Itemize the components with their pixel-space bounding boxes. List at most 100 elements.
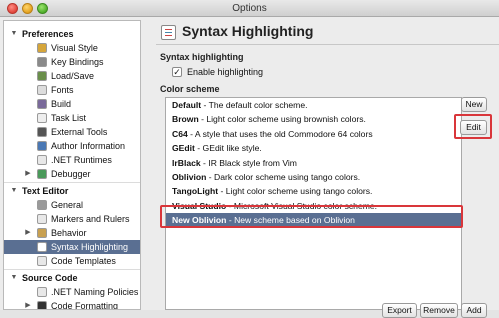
tree-item[interactable]: Markers and Rulers: [4, 212, 140, 226]
enable-highlighting-checkbox[interactable]: ✓: [172, 67, 182, 77]
disclosure-triangle-icon[interactable]: ▶: [24, 226, 32, 240]
window-title: Options: [232, 3, 267, 14]
tree-category-label: Text Editor: [22, 186, 69, 196]
scheme-description: - A style that uses the old Commodore 64…: [187, 128, 373, 139]
color-scheme-section-label: Color scheme: [160, 84, 220, 94]
scheme-description: - Light color scheme using tango colors.: [218, 186, 373, 197]
page-title: Syntax Highlighting: [182, 23, 314, 39]
load-save-icon: [37, 71, 47, 81]
disclosure-triangle-icon[interactable]: ▼: [10, 271, 18, 285]
title-divider: [156, 44, 499, 45]
markers-icon: [37, 214, 47, 224]
tree-item[interactable]: Build: [4, 97, 140, 111]
tree-item-label: .NET Runtimes: [51, 155, 112, 165]
tree-category-label: Source Code: [22, 273, 78, 283]
tree-item[interactable]: Key Bindings: [4, 55, 140, 69]
tree-item[interactable]: Task List: [4, 111, 140, 125]
tree-item-label: External Tools: [51, 127, 108, 137]
scheme-name: Default: [172, 100, 202, 110]
tree-item[interactable]: External Tools: [4, 125, 140, 139]
options-tree[interactable]: ▼ Preferences Visual Style Key Bindings Load…: [3, 20, 141, 310]
scheme-name: TangoLight: [172, 186, 219, 197]
scheme-description: - Light color scheme using brownish colo…: [198, 114, 366, 125]
scheme-name: IrBlack: [172, 157, 201, 168]
tree-separator: [4, 182, 140, 183]
export-scheme-button[interactable]: Export: [382, 303, 417, 318]
syntax-icon: [37, 242, 47, 252]
scheme-name: Brown: [172, 114, 199, 125]
enable-highlighting-label[interactable]: Enable highlighting: [187, 67, 263, 77]
color-scheme-row[interactable]: GEdit - GEdit like style.: [166, 141, 461, 155]
color-scheme-row[interactable]: TangoLight - Light color scheme using ta…: [166, 184, 461, 198]
scheme-description: - Dark color scheme using tango colors.: [206, 171, 361, 182]
new-oblivion-annotation: [160, 205, 463, 228]
tree-item-label: Load/Save: [51, 71, 95, 81]
tree-category[interactable]: ▼ Preferences: [4, 27, 140, 41]
tree-item-label: Task List: [51, 113, 87, 123]
scheme-description: - IR Black style from Vim: [200, 157, 297, 168]
add-scheme-button[interactable]: Add: [461, 303, 487, 318]
disclosure-triangle-icon[interactable]: ▶: [24, 299, 32, 309]
naming-icon: [37, 287, 47, 297]
tree-item-label: Fonts: [51, 85, 74, 95]
tree-item-label: Debugger: [51, 169, 91, 179]
tree-item[interactable]: ▶ Debugger: [4, 167, 140, 181]
tree-item-label: Code Templates: [51, 256, 116, 266]
disclosure-triangle-icon[interactable]: ▼: [10, 184, 18, 198]
tree-item[interactable]: Fonts: [4, 83, 140, 97]
behavior-icon: [37, 228, 47, 238]
tree-item[interactable]: Code Templates: [4, 254, 140, 268]
color-scheme-row[interactable]: C64 - A style that uses the old Commodor…: [166, 127, 461, 141]
runtimes-icon: [37, 155, 47, 165]
tree-item-label: Key Bindings: [51, 57, 104, 67]
color-scheme-row[interactable]: IrBlack - IR Black style from Vim: [166, 156, 461, 170]
tree-item-label: Build: [51, 99, 72, 109]
edit-button-annotation: [454, 114, 492, 139]
tree-item-label: .NET Naming Policies: [51, 287, 139, 297]
tree-item-label: Markers and Rulers: [51, 214, 130, 224]
tree-item[interactable]: Visual Style: [4, 41, 140, 55]
tree-item[interactable]: Load/Save: [4, 69, 140, 83]
tree-item[interactable]: Syntax Highlighting: [4, 240, 140, 254]
build-icon: [37, 99, 47, 109]
syntax-section-label: Syntax highlighting: [160, 52, 244, 62]
syntax-highlighting-panel: Syntax Highlighting Syntax highlighting …: [152, 17, 499, 318]
tree-item[interactable]: .NET Runtimes: [4, 153, 140, 167]
color-scheme-list[interactable]: Default - The default color scheme. Brown…: [165, 97, 462, 310]
debugger-icon: [37, 169, 47, 179]
code-formatting-icon: [37, 301, 47, 309]
tree-item-label: Behavior: [51, 228, 87, 238]
tree-item-label: Syntax Highlighting: [51, 242, 129, 252]
disclosure-triangle-icon[interactable]: ▼: [10, 27, 18, 41]
tree-category[interactable]: ▼ Text Editor: [4, 184, 140, 198]
scheme-description: - GEdit like style.: [194, 143, 262, 154]
scheme-name: C64: [172, 128, 188, 139]
options-window: Options ▼ Preferences Visual Style Key Bind…: [0, 0, 499, 318]
visual-style-icon: [37, 43, 47, 53]
tree-item[interactable]: ▶ Behavior: [4, 226, 140, 240]
tree-item-label: Code Formatting: [51, 301, 119, 310]
color-scheme-row[interactable]: Brown - Light color scheme using brownis…: [166, 112, 461, 126]
tree-item[interactable]: General: [4, 198, 140, 212]
disclosure-triangle-icon[interactable]: ▶: [24, 167, 32, 181]
tree-item-label: Visual Style: [51, 43, 98, 53]
tree-item-label: Author Information: [51, 141, 126, 151]
external-tools-icon: [37, 127, 47, 137]
remove-scheme-button[interactable]: Remove: [420, 303, 458, 318]
tree-item-label: General: [51, 200, 84, 210]
tree-item[interactable]: .NET Naming Policies: [4, 285, 140, 299]
code-templates-icon: [37, 256, 47, 266]
tree-item[interactable]: ▶ Code Formatting: [4, 299, 140, 310]
task-list-icon: [37, 113, 47, 123]
author-icon: [37, 141, 47, 151]
tree-item[interactable]: Author Information: [4, 139, 140, 153]
color-scheme-row[interactable]: Default - The default color scheme.: [166, 98, 461, 112]
new-scheme-button[interactable]: New: [461, 97, 487, 112]
key-bindings-icon: [37, 57, 47, 67]
title-bar: Options: [0, 0, 499, 17]
scheme-name: Oblivion: [172, 171, 207, 182]
tree-category[interactable]: ▼ Source Code: [4, 271, 140, 285]
color-scheme-row[interactable]: Oblivion - Dark color scheme using tango…: [166, 170, 461, 184]
general-icon: [37, 200, 47, 210]
tree-category-label: Preferences: [22, 29, 74, 39]
